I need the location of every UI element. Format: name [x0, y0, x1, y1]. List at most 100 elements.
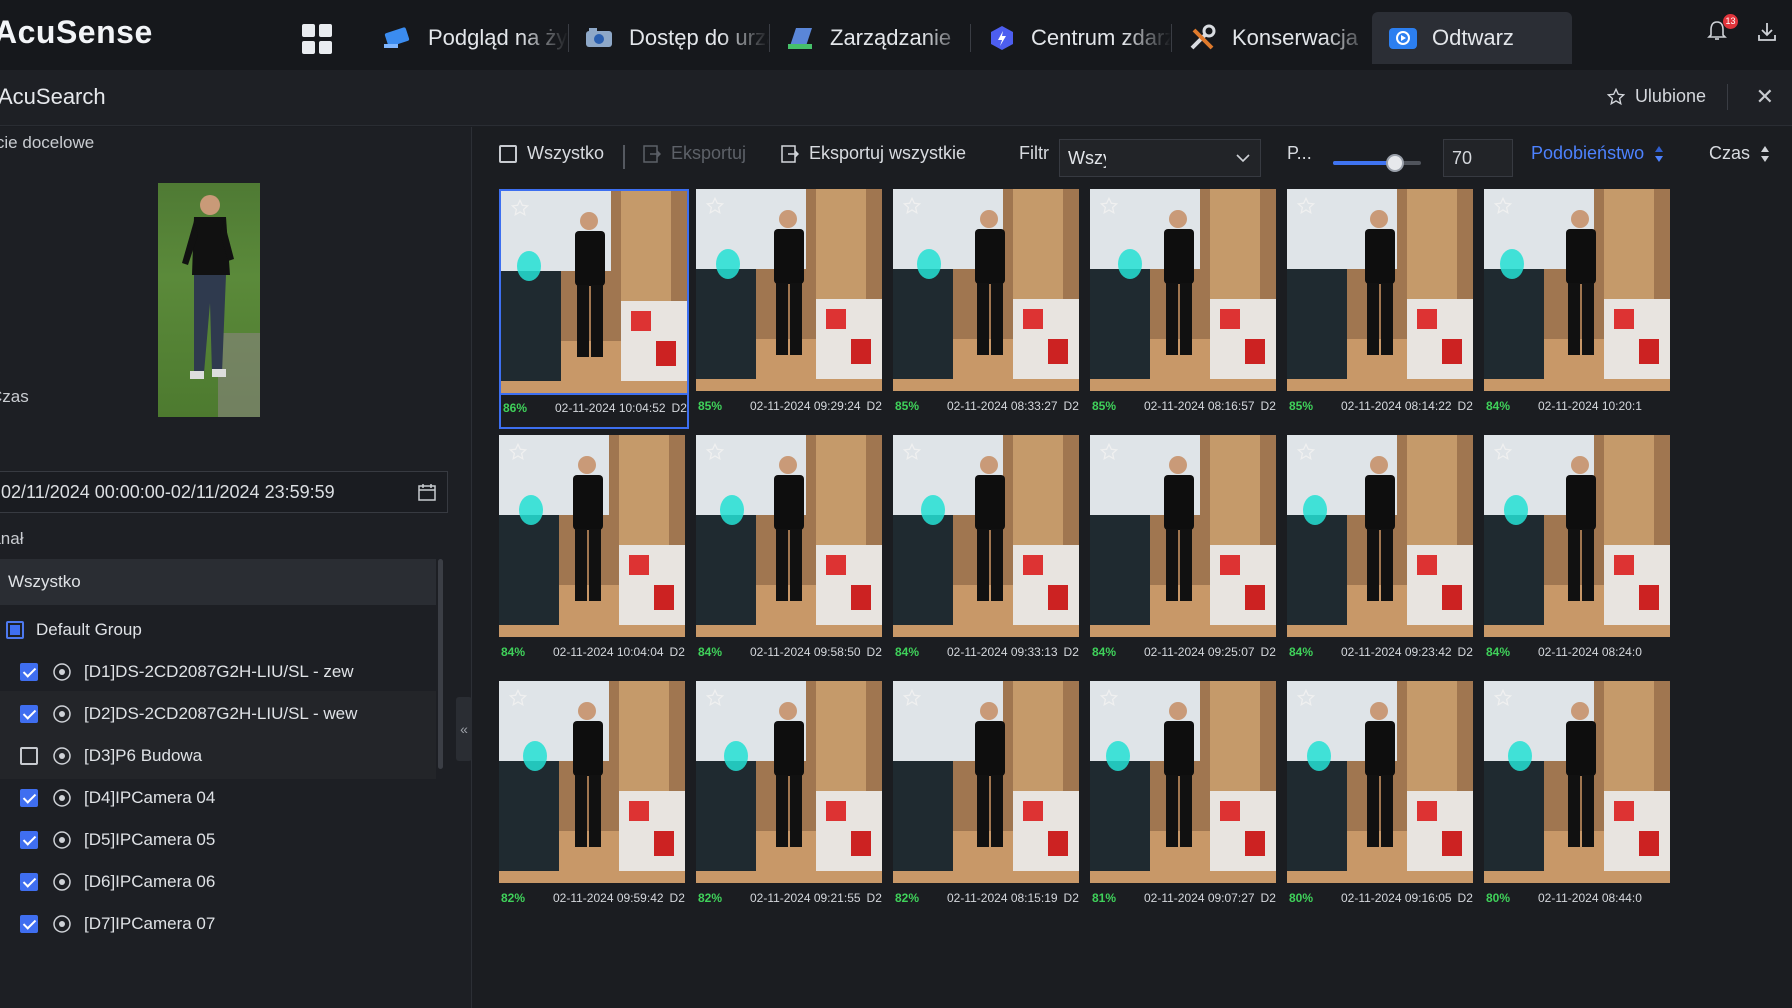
result-card[interactable]: 80% 02-11-2024 09:16:05 D2	[1287, 681, 1477, 921]
result-card[interactable]: 85% 02-11-2024 08:33:27 D2	[893, 189, 1083, 429]
favorite-star-icon[interactable]	[1494, 689, 1512, 707]
camera-row-d4[interactable]: [D4]IPCamera 04	[0, 775, 436, 821]
camera-row-d5[interactable]: [D5]IPCamera 05	[0, 817, 436, 863]
export-all-button[interactable]: Eksportuj wszystkie	[781, 143, 981, 164]
tree-all-row[interactable]: Wszystko	[0, 559, 436, 605]
favorite-star-icon[interactable]	[1494, 197, 1512, 215]
camera-checkbox[interactable]	[20, 663, 38, 681]
camera-row-d3[interactable]: [D3]P6 Budowa	[0, 733, 436, 779]
result-card[interactable]: 84% 02-11-2024 09:25:07 D2	[1090, 435, 1280, 675]
target-person-image[interactable]	[158, 183, 260, 417]
notifications-button[interactable]: 13	[1706, 14, 1738, 44]
favorite-star-icon[interactable]	[903, 443, 921, 461]
group-checkbox[interactable]	[6, 621, 24, 639]
result-thumbnail[interactable]	[893, 681, 1079, 883]
ip-camera-icon	[53, 789, 71, 807]
result-card[interactable]: 84% 02-11-2024 08:24:0	[1484, 435, 1674, 675]
camera-row-d2[interactable]: [D2]DS-2CD2087G2H-LIU/SL - wew	[0, 691, 436, 737]
result-thumbnail[interactable]	[1090, 189, 1276, 391]
collapse-panel-button[interactable]: «	[456, 697, 472, 761]
sort-by-time[interactable]: Czas	[1709, 143, 1770, 164]
select-all-control[interactable]: Wszystko	[499, 143, 604, 164]
favorite-star-icon[interactable]	[1100, 689, 1118, 707]
favorite-star-icon[interactable]	[706, 197, 724, 215]
result-thumbnail[interactable]	[893, 435, 1079, 637]
channel-id: D2	[1260, 645, 1276, 659]
camera-checkbox[interactable]	[20, 831, 38, 849]
result-thumbnail[interactable]	[1287, 681, 1473, 883]
result-thumbnail[interactable]	[1484, 189, 1670, 391]
tab-maintenance[interactable]: Konserwacja	[1172, 12, 1372, 64]
camera-checkbox[interactable]	[20, 873, 38, 891]
camera-checkbox[interactable]	[20, 705, 38, 723]
favorite-star-icon[interactable]	[1297, 443, 1315, 461]
similarity-slider[interactable]	[1333, 154, 1421, 172]
result-card[interactable]: 80% 02-11-2024 08:44:0	[1484, 681, 1674, 921]
result-thumbnail[interactable]	[499, 189, 689, 395]
result-thumbnail[interactable]	[696, 681, 882, 883]
result-card[interactable]: 85% 02-11-2024 08:14:22 D2	[1287, 189, 1477, 429]
tab-playback[interactable]: Odtwarz	[1372, 12, 1572, 64]
camera-row-d1[interactable]: [D1]DS-2CD2087G2H-LIU/SL - zew	[0, 649, 436, 695]
result-thumbnail[interactable]	[1484, 435, 1670, 637]
result-card[interactable]: 86% 02-11-2024 10:04:52 D2	[499, 189, 689, 429]
result-card[interactable]: 84% 02-11-2024 09:58:50 D2	[696, 435, 886, 675]
result-caption: 84% 02-11-2024 10:20:1	[1484, 395, 1674, 417]
favorite-star-icon[interactable]	[1100, 197, 1118, 215]
favorite-star-icon[interactable]	[903, 689, 921, 707]
favorite-star-icon[interactable]	[903, 197, 921, 215]
result-card[interactable]: 82% 02-11-2024 09:21:55 D2	[696, 681, 886, 921]
result-card[interactable]: 82% 02-11-2024 09:59:42 D2	[499, 681, 689, 921]
similarity-value-input[interactable]: 70	[1443, 139, 1513, 177]
camera-row-d7[interactable]: [D7]IPCamera 07	[0, 901, 436, 947]
export-button[interactable]: Eksportuj	[643, 143, 746, 164]
camera-row-d6[interactable]: [D6]IPCamera 06	[0, 859, 436, 905]
result-thumbnail[interactable]	[1287, 435, 1473, 637]
tab-event-center[interactable]: Centrum zdarzeń	[971, 12, 1171, 64]
result-card[interactable]: 82% 02-11-2024 08:15:19 D2	[893, 681, 1083, 921]
favorites-button[interactable]: Ulubione	[1606, 86, 1706, 107]
date-range-field[interactable]: 02/11/2024 00:00:00-02/11/2024 23:59:59	[0, 471, 448, 513]
tree-group-row[interactable]: Default Group	[0, 607, 436, 653]
filter-select[interactable]: Wszystko	[1059, 139, 1261, 177]
result-thumbnail[interactable]	[1287, 189, 1473, 391]
tab-management[interactable]: Zarządzanie	[770, 12, 970, 64]
result-thumbnail[interactable]	[1484, 681, 1670, 883]
result-card[interactable]: 81% 02-11-2024 09:07:27 D2	[1090, 681, 1280, 921]
favorite-star-icon[interactable]	[1297, 689, 1315, 707]
result-card[interactable]: 84% 02-11-2024 09:33:13 D2	[893, 435, 1083, 675]
select-all-checkbox[interactable]	[499, 144, 517, 163]
result-thumbnail[interactable]	[499, 681, 685, 883]
result-thumbnail[interactable]	[499, 435, 685, 637]
favorite-star-icon[interactable]	[1100, 443, 1118, 461]
result-thumbnail[interactable]	[893, 189, 1079, 391]
result-thumbnail[interactable]	[1090, 681, 1276, 883]
calendar-icon[interactable]	[417, 482, 437, 502]
sort-by-similarity[interactable]: Podobieństwo	[1531, 143, 1664, 164]
similarity-slider-handle[interactable]	[1385, 154, 1404, 172]
favorite-star-icon[interactable]	[706, 689, 724, 707]
tab-device-access[interactable]: Dostęp do urządzeń	[569, 12, 769, 64]
favorite-star-icon[interactable]	[509, 689, 527, 707]
close-icon[interactable]: ✕	[1756, 84, 1774, 110]
result-card[interactable]: 84% 02-11-2024 10:04:04 D2	[499, 435, 689, 675]
camera-checkbox[interactable]	[20, 789, 38, 807]
apps-grid-icon[interactable]	[302, 24, 332, 54]
favorite-star-icon[interactable]	[1297, 197, 1315, 215]
favorite-star-icon[interactable]	[1494, 443, 1512, 461]
tab-live-view[interactable]: Podgląd na żywo	[368, 12, 568, 64]
result-thumbnail[interactable]	[696, 435, 882, 637]
favorite-star-icon[interactable]	[511, 199, 529, 217]
result-card[interactable]: 84% 02-11-2024 10:20:1	[1484, 189, 1674, 429]
camera-checkbox[interactable]	[20, 915, 38, 933]
result-card[interactable]: 84% 02-11-2024 09:23:42 D2	[1287, 435, 1477, 675]
download-icon[interactable]	[1756, 21, 1778, 43]
result-card[interactable]: 85% 02-11-2024 09:29:24 D2	[696, 189, 886, 429]
result-thumbnail[interactable]	[1090, 435, 1276, 637]
camera-checkbox[interactable]	[20, 747, 38, 765]
favorite-star-icon[interactable]	[706, 443, 724, 461]
favorite-star-icon[interactable]	[509, 443, 527, 461]
result-thumbnail[interactable]	[696, 189, 882, 391]
channel-list-scrollbar[interactable]	[438, 559, 443, 769]
result-card[interactable]: 85% 02-11-2024 08:16:57 D2	[1090, 189, 1280, 429]
